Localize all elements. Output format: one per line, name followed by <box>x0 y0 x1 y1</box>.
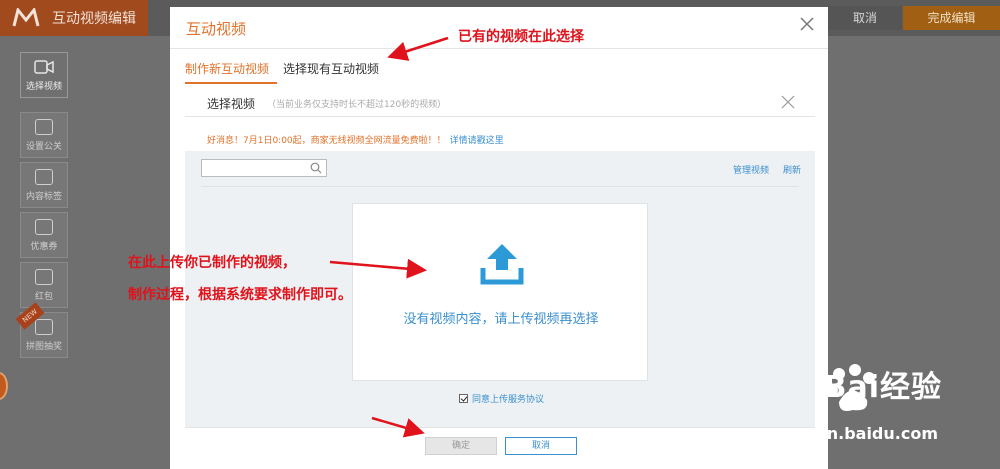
puzzle-icon <box>35 318 53 335</box>
active-tab-indicator <box>185 82 277 84</box>
notice-text: 好消息！7月1日0:00起，商家无线视频全网流量免费啦！！ <box>207 136 446 146</box>
header-cancel-button[interactable]: 取消 <box>828 6 902 30</box>
divider <box>170 48 828 49</box>
search-icon[interactable] <box>310 162 322 174</box>
upload-dropzone[interactable]: 没有视频内容，请上传视频再选择 <box>352 203 648 381</box>
refresh-link[interactable]: 刷新 <box>783 163 801 176</box>
watermark-brand: Bai经验 <box>823 370 942 405</box>
tool-puzzle[interactable]: NEW 拼图抽奖 <box>15 302 68 358</box>
agreement-checkbox[interactable] <box>459 394 468 403</box>
star-icon <box>35 118 53 135</box>
logo-block: 互动视频编辑 <box>0 0 148 36</box>
interactive-video-modal: 互动视频 制作新互动视频 选择现有互动视频 选择视频 （当前业务仅支持时长不超过… <box>170 7 828 469</box>
close-icon[interactable] <box>781 95 795 109</box>
logo-icon <box>12 8 40 27</box>
agreement-link[interactable]: 同意上传服务协议 <box>472 392 544 405</box>
finish-editing-button[interactable]: 完成编辑 <box>903 6 1000 30</box>
annotation-upload-line1: 在此上传你已制作的视频， <box>128 255 296 271</box>
tool-label: 内容标签 <box>25 191 62 202</box>
tool-favor[interactable]: 设置公关 <box>20 112 68 158</box>
select-video-panel: 选择视频 （当前业务仅支持时长不超过120秒的视频） 好消息！7月1日0:00起… <box>185 87 815 462</box>
tool-select-video[interactable]: 选择视频 <box>20 52 68 98</box>
tab-create-new-video[interactable]: 制作新互动视频 <box>185 60 269 77</box>
tool-tags[interactable]: 内容标签 <box>20 162 68 208</box>
tool-label: 优惠券 <box>30 241 58 252</box>
notice-details-link[interactable]: 详情请戳这里 <box>450 136 504 146</box>
manage-videos-link[interactable]: 管理视频 <box>733 163 769 176</box>
app-title: 互动视频编辑 <box>52 11 136 27</box>
close-icon[interactable] <box>798 15 816 33</box>
video-camera-icon <box>34 59 54 74</box>
tool-sidebar: 选择视频 设置公关 内容标签 优惠券 红包 NEW 拼图抽奖 <box>14 44 74 374</box>
cancel-button[interactable]: 取消 <box>505 437 577 455</box>
confirm-button[interactable]: 确定 <box>425 437 497 455</box>
panel-title: 选择视频 <box>207 97 256 111</box>
search-input[interactable] <box>201 159 327 177</box>
tool-label: 选择视频 <box>25 81 62 92</box>
annotation-upload-line2: 制作过程，根据系统要求制作即可。 <box>128 287 352 303</box>
modal-title: 互动视频 <box>186 20 247 38</box>
agreement-row[interactable]: 同意上传服务协议 <box>459 392 544 405</box>
coupon-icon <box>35 218 53 235</box>
tool-coupon[interactable]: 优惠券 <box>20 212 68 258</box>
duration-note: （当前业务仅支持时长不超过120秒的视频） <box>267 100 447 110</box>
divider <box>201 186 799 187</box>
yen-icon <box>35 268 53 285</box>
annotation-existing-video: 已有的视频在此选择 <box>458 29 584 45</box>
tag-icon <box>35 168 53 185</box>
upload-icon[interactable] <box>479 242 525 286</box>
panel-header: 选择视频 （当前业务仅支持时长不超过120秒的视频） <box>185 87 815 117</box>
tool-label: 红包 <box>34 291 53 302</box>
divider <box>185 427 815 428</box>
tool-label: 拼图抽奖 <box>25 341 62 352</box>
side-float-button[interactable] <box>0 372 8 400</box>
notice-banner: 好消息！7月1日0:00起，商家无线视频全网流量免费啦！！ 详情请戳这里 <box>207 133 504 146</box>
empty-state-text: 没有视频内容，请上传视频再选择 <box>403 312 599 327</box>
tool-label: 设置公关 <box>25 141 62 152</box>
tool-redpacket[interactable]: 红包 <box>20 262 68 308</box>
tab-select-existing-video[interactable]: 选择现有互动视频 <box>283 60 379 77</box>
